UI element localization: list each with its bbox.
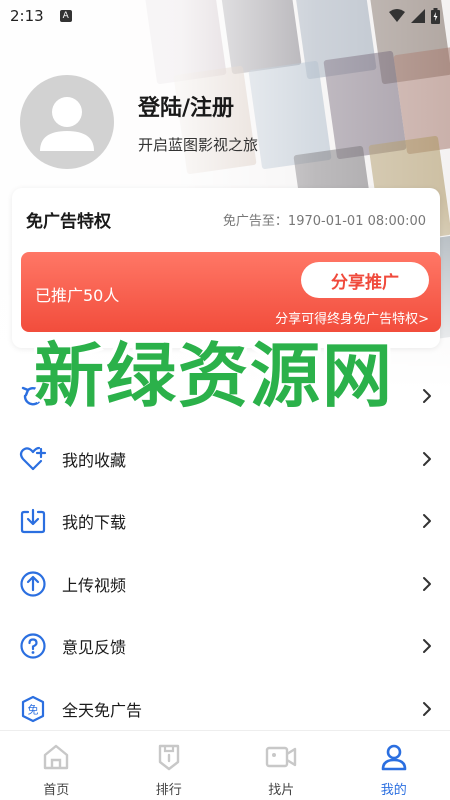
svg-text:免: 免 [28, 702, 39, 716]
nav-label: 首页 [43, 783, 70, 798]
menu-list: 我的收藏 我的下载 上传视频 意见反馈 免 全天免广告 [0, 365, 450, 740]
avatar[interactable] [20, 75, 114, 169]
watermark-text: 新绿资源网 [34, 335, 394, 417]
ad-card-header: 免广告特权 免广告至：1970-01-01 08:00:00 [12, 188, 440, 250]
status-time: 2:13 [10, 7, 44, 25]
chevron-right-icon [418, 387, 436, 405]
user-icon [378, 741, 410, 773]
nav-item-home[interactable]: 首页 [0, 731, 113, 800]
ranking-icon [153, 741, 185, 773]
menu-label: 上传视频 [62, 575, 127, 595]
bottom-nav: 首页 排行 找片 我的 [0, 730, 450, 800]
chevron-right-icon [418, 512, 436, 530]
status-indicators [389, 8, 440, 24]
menu-item-upload[interactable]: 上传视频 [0, 553, 450, 616]
menu-item-favorites[interactable]: 我的收藏 [0, 428, 450, 491]
wifi-icon [389, 9, 405, 22]
notification-icon: A [59, 10, 72, 22]
nav-item-discover[interactable]: 找片 [225, 731, 338, 800]
upload-icon [18, 569, 48, 599]
menu-label: 全天免广告 [62, 700, 143, 720]
ad-free-icon: 免 [18, 694, 48, 724]
promo-count: 已推广50人 [35, 286, 120, 305]
share-promo-button[interactable]: 分享推广 [301, 262, 429, 298]
chevron-right-icon [418, 450, 436, 468]
chevron-right-icon [418, 575, 436, 593]
default-avatar-icon [40, 97, 94, 151]
menu-item-feedback[interactable]: 意见反馈 [0, 615, 450, 678]
download-icon [18, 506, 48, 536]
menu-label: 意见反馈 [62, 638, 127, 658]
nav-item-mine[interactable]: 我的 [338, 731, 450, 800]
nav-item-ranking[interactable]: 排行 [113, 731, 226, 800]
chevron-right-icon [418, 700, 436, 718]
ad-free-title: 免广告特权 [26, 211, 111, 232]
heart-plus-icon [18, 444, 48, 474]
nav-label: 找片 [268, 783, 295, 798]
help-icon [18, 631, 48, 661]
video-icon [265, 741, 297, 773]
menu-label: 我的下载 [62, 513, 127, 533]
nav-label: 排行 [155, 783, 182, 798]
home-icon [40, 741, 72, 773]
login-register-link[interactable]: 登陆/注册 [138, 90, 258, 122]
chevron-right-icon [418, 637, 436, 655]
battery-icon [431, 8, 440, 24]
ad-free-expire: 免广告至：1970-01-01 08:00:00 [222, 213, 426, 229]
menu-label: 我的收藏 [62, 450, 127, 470]
menu-item-downloads[interactable]: 我的下载 [0, 490, 450, 553]
signal-icon [411, 9, 425, 23]
status-bar: 2:13 A [0, 0, 450, 32]
nav-label: 我的 [380, 783, 407, 798]
profile-header[interactable]: 登陆/注册 开启蓝图影视之旅 [20, 75, 258, 169]
profile-text: 登陆/注册 开启蓝图影视之旅 [138, 90, 258, 155]
profile-subtitle: 开启蓝图影视之旅 [138, 135, 259, 154]
